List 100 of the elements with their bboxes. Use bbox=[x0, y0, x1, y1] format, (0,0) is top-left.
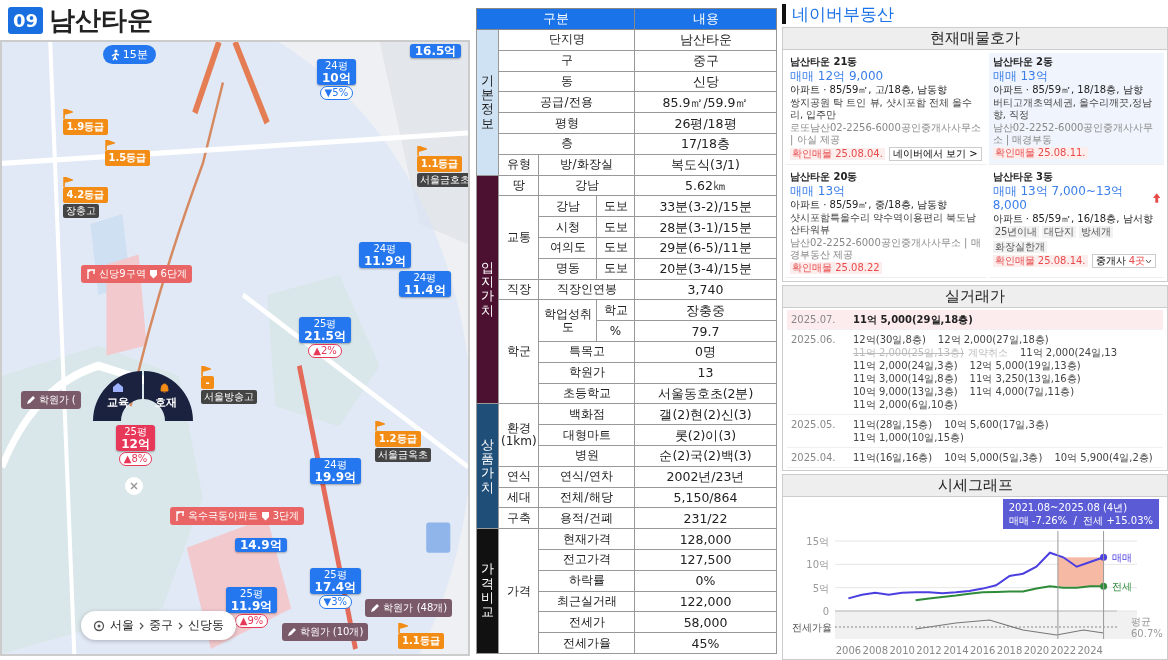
row-label: 명동 bbox=[538, 258, 597, 280]
row-label: 단지명 bbox=[498, 29, 635, 51]
row-label: 전고가격 bbox=[538, 549, 635, 571]
price-marker[interactable]: 25평 21.5억 bbox=[299, 317, 351, 344]
table-cell: 순(2)국(2)백(3) bbox=[634, 445, 777, 467]
dial-tab[interactable]: 교육 bbox=[106, 395, 129, 411]
axis-label: 5억 bbox=[812, 582, 829, 594]
table-cell: 0% bbox=[634, 570, 777, 591]
confirmed-badge: 확인매물 25.08.22 bbox=[790, 262, 882, 274]
trade-entry: 10억 9,000(13일,3층) bbox=[853, 385, 958, 398]
stage-label: 6단계 bbox=[160, 267, 187, 282]
table-cell: 79.7 bbox=[634, 320, 777, 342]
row-label: 구축 bbox=[498, 507, 539, 529]
listing-specs: 아파트 · 85/59㎡, 고/18층, 남동향 bbox=[790, 84, 949, 96]
breadcrumb-item[interactable]: 서울 bbox=[110, 617, 135, 635]
trade-entry: 11억 2,000(6일,10층) bbox=[853, 398, 958, 411]
listing-price: 매매 13억 7,000~13억 8,000 bbox=[992, 184, 1125, 212]
listing-card[interactable]: 남산타운 21동 매매 12억 9,000 아파트 · 85/59㎡, 고/18층, 남동향 쌍지공원 탁 트인 뷰, 샷시포함 전체 올수리, 입주만 로또남산02-2256-6000공인중개사사무소 | 아실 제공 확인매물 25.08.04. 네이버에서 보기 > bbox=[786, 53, 986, 165]
trade-entry: 11억 5,000(29일,18층) bbox=[853, 313, 973, 326]
price-marker[interactable]: 24평 11.4억 bbox=[399, 270, 451, 297]
row-label: 가격 bbox=[498, 528, 539, 654]
row-label: 특목고 bbox=[538, 341, 635, 363]
shield-icon bbox=[260, 511, 270, 522]
view-link-button[interactable]: 네이버에서 보기 > bbox=[888, 147, 982, 161]
flag-icon bbox=[104, 139, 115, 150]
dial-tab[interactable]: 호재 bbox=[154, 395, 177, 411]
flag-icon bbox=[62, 176, 73, 187]
row-label: 층 bbox=[498, 133, 635, 155]
row-label: % bbox=[596, 320, 635, 342]
table-cell: 128,000 bbox=[634, 528, 777, 550]
table-cell: 장충중 bbox=[634, 299, 777, 321]
breadcrumb-item[interactable]: 중구 bbox=[149, 617, 174, 635]
table-cell: 0명 bbox=[634, 341, 777, 363]
row-label: 초등학교 bbox=[538, 383, 635, 404]
agency-info: 남산02-2252-6000공인중개사사무소 | 매경부동산 제공 bbox=[790, 237, 982, 261]
row-label: 평형 bbox=[498, 112, 635, 134]
flag-icon bbox=[398, 623, 409, 634]
group-label: 기본정보 bbox=[476, 29, 499, 176]
row-label: 용적/건폐 bbox=[538, 507, 635, 529]
average-label: 평균 bbox=[1131, 616, 1151, 627]
table-cell: 2002년/23년 bbox=[634, 466, 777, 488]
listing-card[interactable]: 남산타운 3동 매매 13억 7,000~13억 8,000 아파트 · 85/59㎡, 16/18층, 남서향 25년이내 대단지 방세개 화장실한개 확인매물 25.08.14. 중개사 4곳 bbox=[988, 168, 1164, 278]
listing-tag: 대단지 bbox=[1042, 226, 1077, 238]
listing-card[interactable]: 남산타운 2동 매매 13억 아파트 · 85/59㎡, 18/18층, 남향 버티고개초역세권, 올수리깨끗,정남향, 직정 남산02-2252-6000공인중개사사무소 | 매경부동 확인매물 25.08.11. bbox=[988, 53, 1164, 165]
listing-card[interactable]: 남산타운 20동 매매 13억 아파트 · 85/59㎡, 중/18층, 남동향 샷시포함특올수리 약수역이용편리 북도남산타워뷰 남산02-2252-6000공인중개사사무소 | 매경부동산 제공 확인매물 25.08.22 bbox=[786, 168, 986, 278]
row-label: 유형 bbox=[498, 154, 539, 176]
row-label: 대형마트 bbox=[538, 424, 635, 446]
listing-name: 남산타운 3동 bbox=[992, 171, 1055, 183]
trade-entry: 11억(16일,16층) bbox=[853, 451, 933, 464]
agency-info: 로또남산02-2256-6000공인중개사사무소 | 아실 제공 bbox=[790, 122, 982, 146]
row-label: 직장인연봉 bbox=[538, 279, 635, 300]
listing-tag: 방세개 bbox=[1079, 226, 1114, 238]
section-heading: 실거래가 bbox=[783, 286, 1167, 308]
series-label: 전세 bbox=[1111, 581, 1132, 593]
table-cell: 중구 bbox=[634, 50, 777, 72]
redevelopment-name: 신당9구역 bbox=[99, 267, 146, 282]
school-icon bbox=[112, 383, 123, 393]
table-cell: 남산타운 bbox=[634, 29, 777, 51]
flag-icon bbox=[201, 366, 212, 377]
agency-info: 남산02-2252-6000공인중개사사무소 | 매경부동 bbox=[992, 122, 1155, 146]
column-header: 구분 bbox=[476, 8, 635, 30]
confirmed-badge: 확인매물 25.08.11. bbox=[992, 147, 1088, 159]
trade-entry: 11억 3,250(13일,16층) bbox=[969, 372, 1081, 385]
row-label: 학군 bbox=[498, 299, 539, 404]
breadcrumb-item[interactable]: 신당동 bbox=[188, 617, 225, 635]
trade-entry: 11억 2,000(24일,13 bbox=[1019, 346, 1118, 359]
tooltip-range: 2021.08~2025.08 (4년) bbox=[1008, 501, 1129, 514]
table-cell: 서울동호초(2분) bbox=[634, 383, 777, 404]
listing-name: 남산타운 21동 bbox=[790, 56, 859, 68]
row-label: 여의도 bbox=[538, 237, 597, 259]
page-title: 남산타운 bbox=[49, 3, 154, 37]
row-label: 구 bbox=[498, 50, 635, 72]
redevelopment-tag[interactable]: 옥수극동아파트 3단계 bbox=[169, 507, 305, 526]
trade-month: 2025.05. bbox=[791, 418, 837, 432]
academy-label: 학원가 (48개) bbox=[383, 600, 448, 615]
row-label: 교통 bbox=[498, 195, 539, 280]
price-marker[interactable]: 25평 17.4억 bbox=[309, 568, 362, 595]
listing-description: 쌍지공원 탁 트인 뷰, 샷시포함 전체 올수리, 입주만 bbox=[790, 97, 974, 121]
price-marker[interactable]: 24평 10억 bbox=[317, 59, 356, 86]
axis-label: 전세가율 bbox=[792, 622, 832, 633]
pencil-icon bbox=[286, 627, 297, 638]
dial-menu[interactable] bbox=[92, 369, 193, 422]
pencil-icon bbox=[25, 394, 36, 405]
change-badge: ▲2% bbox=[308, 344, 342, 359]
listing-price: 매매 12억 9,000 bbox=[790, 69, 884, 83]
table-cell: 13 bbox=[634, 362, 777, 384]
row-label: 연식/연차 bbox=[538, 466, 635, 488]
agents-button[interactable]: 중개사 4곳 bbox=[1091, 254, 1157, 268]
section-number: 09 bbox=[8, 6, 44, 34]
redevelopment-tag[interactable]: 신당9구역 6단계 bbox=[81, 265, 192, 284]
close-icon[interactable] bbox=[125, 476, 144, 495]
trade-entry: 11억 2,000(24일,3층) bbox=[853, 359, 958, 372]
price-marker[interactable]: 24평 19.9억 bbox=[309, 458, 362, 485]
row-label: 백화점 bbox=[538, 403, 635, 425]
row-label: 세대 bbox=[498, 487, 539, 508]
row-label: 방/화장실 bbox=[538, 154, 635, 176]
row-label: 동 bbox=[498, 71, 635, 92]
academy-tag[interactable]: 학원가 (10개) bbox=[281, 623, 369, 642]
location-bar[interactable]: 서울 중구 신당동 bbox=[81, 611, 237, 641]
price-marker[interactable]: 25평 12억 bbox=[116, 424, 155, 451]
